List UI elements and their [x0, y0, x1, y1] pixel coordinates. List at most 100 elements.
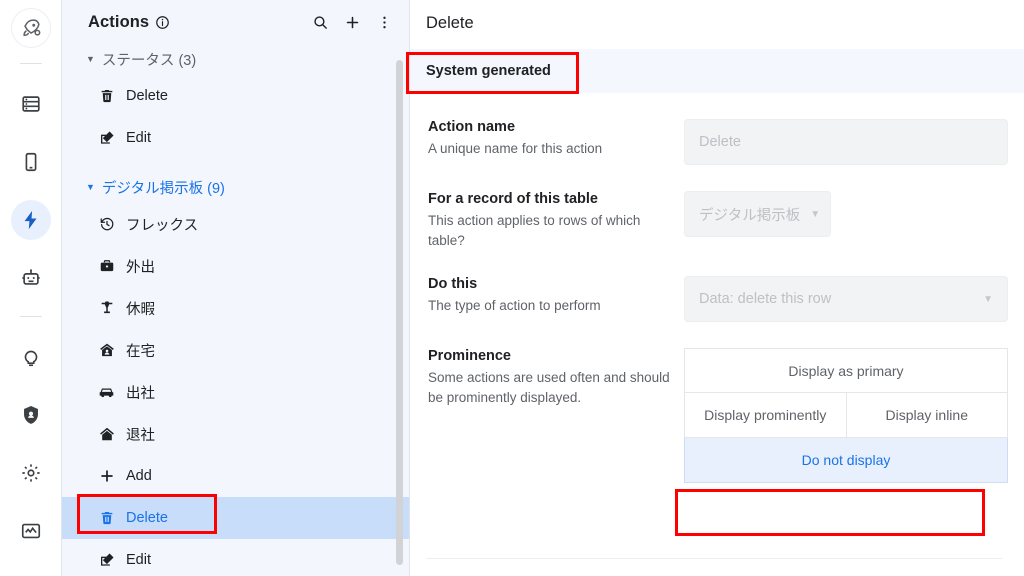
tab-bar: System generated: [410, 49, 1024, 93]
edit-icon: [98, 130, 115, 146]
prominence-row-primary: Display as primary: [684, 348, 1008, 394]
detail-pane: Delete System generated Action name A un…: [410, 0, 1024, 576]
list-item-label: 退社: [126, 427, 155, 444]
field-label-group: Do this The type of action to perform: [420, 276, 676, 316]
do-this-value: Data: delete this row: [699, 291, 832, 308]
form-row-action-name: Action name A unique name for this actio…: [420, 119, 1008, 165]
field-control: Delete: [676, 119, 1008, 165]
list-item[interactable]: Edit: [62, 539, 409, 576]
action-name-value: Delete: [699, 134, 741, 150]
chevron-down-icon: ▼: [86, 54, 95, 64]
list-item-label: Delete: [126, 510, 168, 526]
list-item-label: 在宅: [126, 343, 155, 360]
app-window: Actions ▼ ステータス (3) Delete Edit ▼ デジタル掲示…: [0, 0, 1024, 576]
group-label: デジタル掲示板 (9): [101, 181, 225, 197]
list-item[interactable]: 退社: [62, 413, 409, 455]
home-work-icon: [98, 342, 115, 358]
list-item-label: 出社: [126, 385, 155, 402]
chevron-down-icon: ▼: [983, 293, 993, 305]
actions-panel-header: Actions: [62, 0, 409, 44]
list-item-label: 休暇: [126, 301, 155, 318]
tab-system-generated[interactable]: System generated: [410, 49, 567, 93]
nav-monitor-icon[interactable]: [11, 511, 51, 551]
nav-apps-icon[interactable]: [11, 142, 51, 182]
list-item-label: Edit: [126, 130, 151, 146]
field-control: Data: delete this row ▼: [676, 276, 1008, 323]
palm-tree-icon: [98, 300, 115, 316]
list-item-delete-selected[interactable]: Delete: [62, 497, 409, 539]
actions-panel: Actions ▼ ステータス (3) Delete Edit ▼ デジタル掲示…: [62, 0, 410, 576]
list-item[interactable]: 在宅: [62, 329, 409, 371]
action-name-input[interactable]: Delete: [684, 119, 1008, 165]
field-description: The type of action to perform: [428, 298, 601, 314]
rocket-logo-icon[interactable]: [10, 8, 51, 48]
house-icon: [98, 426, 115, 442]
prominence-option-display-prominently[interactable]: Display prominently: [684, 393, 847, 439]
list-item-label: Delete: [126, 88, 168, 104]
rail-divider-top: [19, 63, 42, 64]
list-item[interactable]: 出社: [62, 371, 409, 413]
record-table-dropdown[interactable]: デジタル掲示板 ▼: [684, 191, 832, 237]
prominence-option-do-not-display[interactable]: Do not display: [684, 438, 1008, 484]
nav-intelligence-icon[interactable]: [11, 337, 51, 377]
prominence-row-none: Do not display: [684, 438, 1008, 484]
prominence-option-display-inline[interactable]: Display inline: [846, 393, 1008, 439]
field-label-group: Prominence Some actions are used often a…: [420, 348, 676, 407]
edit-icon: [98, 552, 115, 568]
plus-icon: [98, 468, 115, 484]
info-icon[interactable]: [155, 15, 170, 30]
panel-scrollbar[interactable]: [396, 60, 403, 565]
search-icon[interactable]: [312, 14, 329, 31]
plus-icon[interactable]: [344, 14, 361, 31]
field-description: This action applies to rows of which tab…: [428, 213, 641, 248]
page-title: Delete: [426, 14, 474, 32]
do-this-dropdown[interactable]: Data: delete this row ▼: [684, 276, 1008, 323]
list-item[interactable]: Edit: [62, 117, 409, 159]
nav-security-icon[interactable]: [11, 395, 51, 435]
field-control: デジタル掲示板 ▼: [676, 191, 1008, 237]
more-vertical-icon[interactable]: [376, 14, 393, 31]
form-row-prominence: Prominence Some actions are used often a…: [420, 348, 1008, 484]
record-table-value: デジタル掲示板: [699, 207, 801, 224]
field-control: Display as primary Display prominently D…: [676, 348, 1008, 484]
form-rows: Action name A unique name for this actio…: [410, 93, 1024, 484]
chevron-down-icon: ▼: [810, 208, 821, 220]
field-label: Action name: [428, 119, 516, 135]
prominence-option-group: Display as primary Display prominently D…: [684, 348, 1008, 484]
list-item[interactable]: Add: [62, 455, 409, 497]
list-item[interactable]: Delete: [62, 75, 409, 117]
group-header-board[interactable]: ▼ デジタル掲示板 (9): [62, 159, 409, 203]
trash-icon: [98, 510, 115, 526]
form-row-record-table: For a record of this table This action a…: [420, 191, 1008, 250]
prominence-row-middle: Display prominently Display inline: [684, 393, 1008, 439]
list-item[interactable]: 休暇: [62, 287, 409, 329]
group-header-status[interactable]: ▼ ステータス (3): [62, 44, 409, 75]
chevron-down-icon: ▼: [86, 182, 95, 192]
field-label-group: For a record of this table This action a…: [420, 191, 676, 250]
field-description: A unique name for this action: [428, 141, 603, 156]
field-label-group: Action name A unique name for this actio…: [420, 119, 676, 159]
nav-automation-icon[interactable]: [11, 258, 51, 298]
list-item[interactable]: フレックス: [62, 203, 409, 245]
bottom-divider: [426, 558, 1002, 559]
group-label: ステータス (3): [101, 53, 197, 69]
nav-settings-icon[interactable]: [11, 453, 51, 493]
nav-actions-icon[interactable]: [10, 200, 51, 240]
list-item[interactable]: 外出: [62, 245, 409, 287]
form-row-do-this: Do this The type of action to perform Da…: [420, 276, 1008, 323]
prominence-option-display-as-primary[interactable]: Display as primary: [684, 348, 1008, 394]
panel-title: Actions: [88, 12, 150, 31]
field-description: Some actions are used often and should b…: [428, 370, 670, 405]
icon-rail: [0, 0, 62, 576]
trash-icon: [98, 88, 115, 104]
field-label: Prominence: [428, 348, 511, 365]
field-label: For a record of this table: [428, 191, 598, 207]
car-icon: [98, 384, 115, 401]
nav-data-icon[interactable]: [11, 84, 51, 124]
list-item-label: フレックス: [126, 217, 199, 234]
rail-divider-bottom: [19, 316, 42, 317]
history-icon: [98, 216, 115, 232]
field-label: Do this: [428, 276, 478, 293]
briefcase-icon: [98, 258, 115, 274]
list-item-label: 外出: [126, 259, 155, 276]
